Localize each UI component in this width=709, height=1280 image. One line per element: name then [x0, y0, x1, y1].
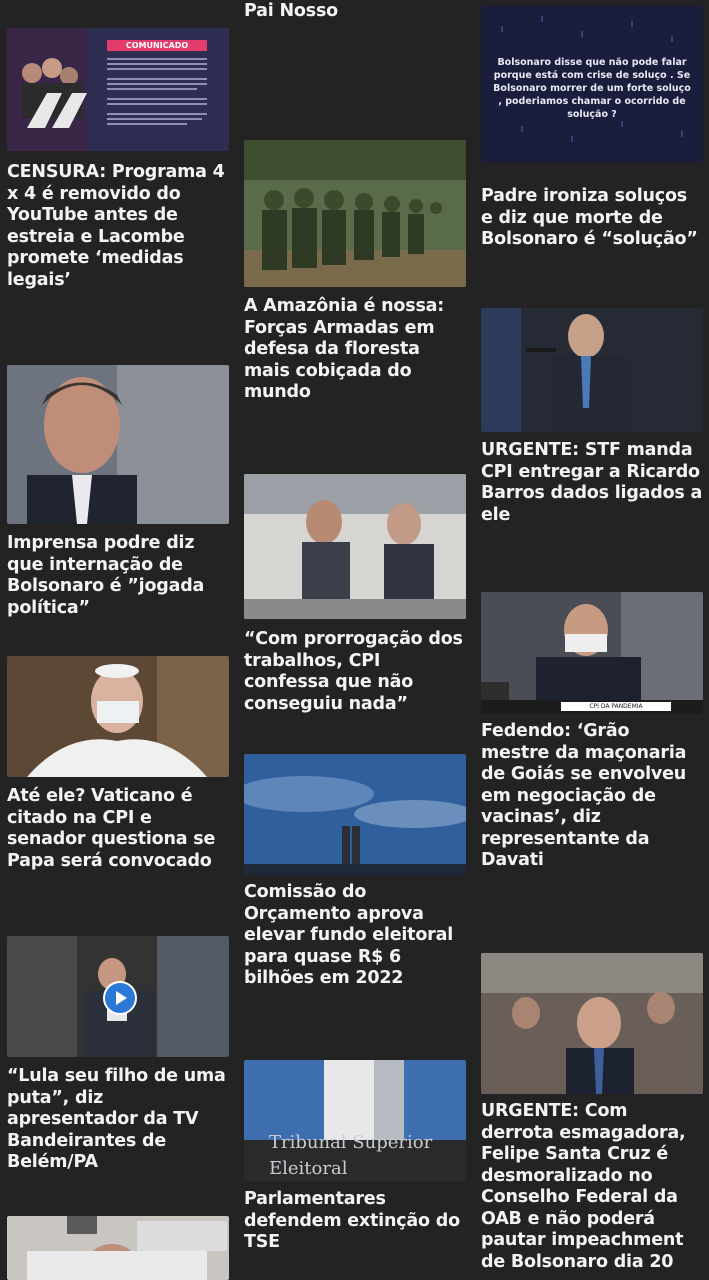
article-card[interactable]: Imprensa podre diz que internação de Bol… [7, 365, 229, 625]
article-image[interactable] [481, 953, 703, 1094]
article-title[interactable]: Padre ironiza soluços e diz que morte de… [481, 186, 703, 251]
article-image[interactable] [244, 754, 466, 875]
article-image[interactable]: COMUNICADO [7, 28, 229, 151]
comunicado-label: COMUNICADO [107, 40, 207, 51]
play-icon[interactable] [103, 981, 137, 1015]
article-card[interactable]: Tribunal Superior Eleitoral Parlamentare… [244, 1060, 466, 1280]
article-card[interactable]: URGENTE: Com derrota esmagadora, Felipe … [481, 953, 703, 1280]
article-title[interactable]: CENSURA: Programa 4 x 4 é removido do Yo… [7, 162, 229, 291]
article-card[interactable]: Até ele? Vaticano é citado na CPI e sena… [7, 656, 229, 896]
article-card[interactable]: “Com prorrogação dos trabalhos, CPI conf… [244, 474, 466, 724]
cpi-tag: CPI DA PANDEMIA [561, 702, 671, 711]
bolsonaro-photo [7, 365, 229, 524]
article-title[interactable]: “Lula seu filho de uma puta”, diz aprese… [7, 1066, 229, 1174]
ricardo-barros-photo [481, 308, 703, 432]
article-title[interactable]: Fedendo: ‘Grão mestre da maçonaria de Go… [481, 721, 703, 872]
article-card[interactable]: Comissão do Orçamento aprova elevar fund… [244, 754, 466, 1004]
article-card[interactable]: COMUNICADO CENSURA: Programa 4 x 4 é rem… [7, 28, 229, 328]
article-card[interactable]: “Lula seu filho de uma puta”, diz aprese… [7, 936, 229, 1176]
article-image[interactable] [244, 474, 466, 619]
article-title[interactable]: Pai Nosso [244, 1, 466, 23]
tse-sign: Tribunal Superior Eleitoral [269, 1132, 433, 1179]
article-title[interactable]: “Com prorrogação dos trabalhos, CPI conf… [244, 629, 466, 715]
pope-photo [7, 656, 229, 777]
soldiers-photo [244, 140, 466, 287]
article-title[interactable]: Parlamentares defendem extinção do TSE [244, 1189, 466, 1254]
santa-cruz-photo [481, 953, 703, 1094]
davati-photo [481, 592, 703, 714]
hospital-photo [7, 1216, 229, 1280]
article-image[interactable] [7, 1216, 229, 1280]
article-image[interactable]: CPI DA PANDEMIA [481, 592, 703, 714]
congress-sky-photo [244, 754, 466, 875]
article-card[interactable]: CPI DA PANDEMIA Fedendo: ‘Grão mestre da… [481, 592, 703, 870]
article-card[interactable] [7, 1216, 229, 1280]
cpi-photo [244, 474, 466, 619]
article-title[interactable]: Até ele? Vaticano é citado na CPI e sena… [7, 786, 229, 872]
tweet-text: Bolsonaro disse que não pode falar porqu… [493, 57, 691, 120]
article-title[interactable]: Imprensa podre diz que internação de Bol… [7, 533, 229, 619]
article-image[interactable] [481, 308, 703, 432]
article-image[interactable]: Bolsonaro disse que não pode falar porqu… [481, 6, 703, 162]
article-title[interactable]: Comissão do Orçamento aprova elevar fund… [244, 882, 466, 990]
article-title[interactable]: URGENTE: STF manda CPI entregar a Ricard… [481, 440, 703, 526]
article-card[interactable]: Pai Nosso [244, 0, 466, 28]
article-image[interactable] [7, 936, 229, 1057]
article-title[interactable]: URGENTE: Com derrota esmagadora, Felipe … [481, 1101, 703, 1273]
article-image[interactable] [7, 656, 229, 777]
article-image[interactable]: Tribunal Superior Eleitoral [244, 1060, 466, 1181]
article-image[interactable] [244, 140, 466, 287]
article-card[interactable]: A Amazônia é nossa: Forças Armadas em de… [244, 140, 466, 402]
article-image[interactable] [7, 365, 229, 524]
article-title[interactable]: A Amazônia é nossa: Forças Armadas em de… [244, 296, 466, 404]
article-card[interactable]: Bolsonaro disse que não pode falar porqu… [481, 0, 703, 260]
article-card[interactable]: URGENTE: STF manda CPI entregar a Ricard… [481, 308, 703, 548]
